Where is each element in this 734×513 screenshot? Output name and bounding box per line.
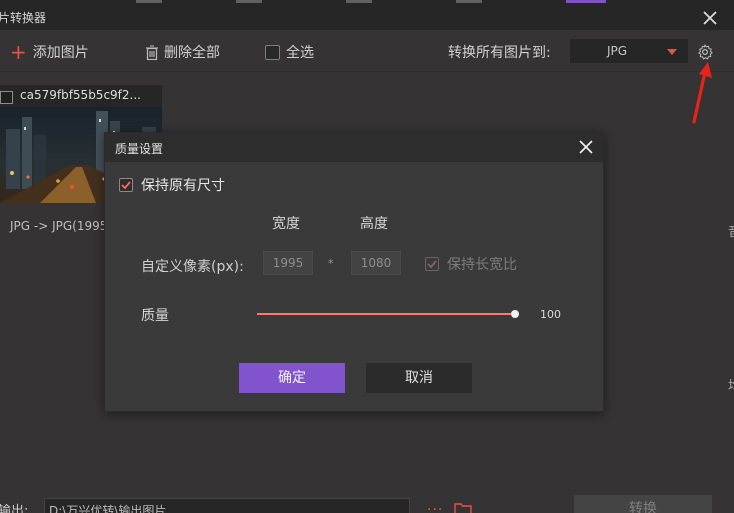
toolbar: + 添加图片 删除全部 全选 转换所有图片到: JPG [0, 30, 734, 72]
plus-icon: + [10, 40, 27, 64]
window-title: 片转换器 [0, 11, 47, 25]
width-header: 宽度 [272, 216, 300, 232]
output-bar: 输出: D:\万兴优转\输出图片 ... 转换 [0, 483, 734, 513]
keep-original-size-label: 保持原有尺寸 [141, 178, 225, 194]
delete-all-label: 删除全部 [164, 45, 220, 61]
checkbox-icon [265, 44, 280, 60]
delete-all-button[interactable]: 删除全部 [146, 42, 220, 62]
output-label: 输出: [0, 504, 29, 513]
add-image-button[interactable]: + 添加图片 [10, 42, 89, 62]
background-tab-fragment [346, 0, 372, 3]
more-options-button[interactable]: ... [427, 498, 443, 513]
folder-icon[interactable] [454, 502, 472, 513]
output-path-value: D:\万兴优转\输出图片 [49, 504, 167, 513]
annotation-arrow-icon [692, 62, 712, 124]
image-filename: ca579fbf55b5c9f2... [20, 88, 141, 102]
quality-slider-track [257, 313, 515, 315]
keep-aspect-ratio-label: 保持长宽比 [447, 257, 517, 273]
checkmark-icon [425, 257, 439, 271]
background-tab-fragment [456, 0, 482, 3]
output-format-value: JPG [607, 44, 628, 58]
quality-value: 100 [540, 308, 561, 321]
background-tab-active [566, 0, 606, 3]
add-image-label: 添加图片 [32, 45, 89, 61]
ok-button[interactable]: 确定 [239, 363, 345, 393]
window-titlebar: 片转换器 [0, 6, 734, 30]
quality-settings-dialog: 质量设置 保持原有尺寸 宽度 高度 自定义像素(px): * 保持长宽比 质量 … [104, 132, 604, 412]
checkmark-icon [119, 178, 133, 192]
keep-original-size-checkbox[interactable]: 保持原有尺寸 [119, 175, 225, 195]
convert-button[interactable]: 转换 [574, 495, 712, 513]
close-icon[interactable] [698, 6, 722, 30]
height-header: 高度 [360, 216, 388, 232]
output-format-select[interactable]: JPG [570, 39, 688, 63]
quality-slider-handle[interactable] [511, 310, 519, 318]
times-symbol: * [328, 257, 334, 270]
dialog-titlebar: 质量设置 [105, 133, 603, 162]
chevron-down-icon [667, 49, 677, 55]
background-tab-fragment [136, 0, 162, 3]
height-input[interactable] [351, 251, 401, 275]
quality-slider[interactable] [257, 307, 519, 321]
keep-aspect-ratio-checkbox[interactable]: 保持长宽比 [425, 254, 517, 274]
gear-icon[interactable] [696, 43, 714, 61]
image-conversion-caption: JPG -> JPG(1995 [10, 219, 108, 233]
convert-all-label: 转换所有图片到: [448, 45, 551, 61]
width-input[interactable] [263, 251, 313, 275]
dialog-title: 质量设置 [115, 142, 164, 156]
select-all-label: 全选 [286, 45, 314, 61]
trash-icon [146, 44, 158, 60]
hidden-side-text: 音 [728, 221, 734, 240]
quality-label: 质量 [141, 308, 169, 324]
image-card-checkbox[interactable] [0, 91, 13, 104]
output-path-field[interactable]: D:\万兴优转\输出图片 [44, 498, 410, 513]
dialog-close-icon[interactable] [577, 138, 595, 156]
select-all-checkbox[interactable]: 全选 [265, 42, 314, 62]
custom-pixels-label: 自定义像素(px): [141, 259, 244, 275]
cancel-button[interactable]: 取消 [366, 363, 472, 393]
background-tab-fragment [236, 0, 262, 3]
hidden-side-text: 均 [728, 375, 734, 394]
